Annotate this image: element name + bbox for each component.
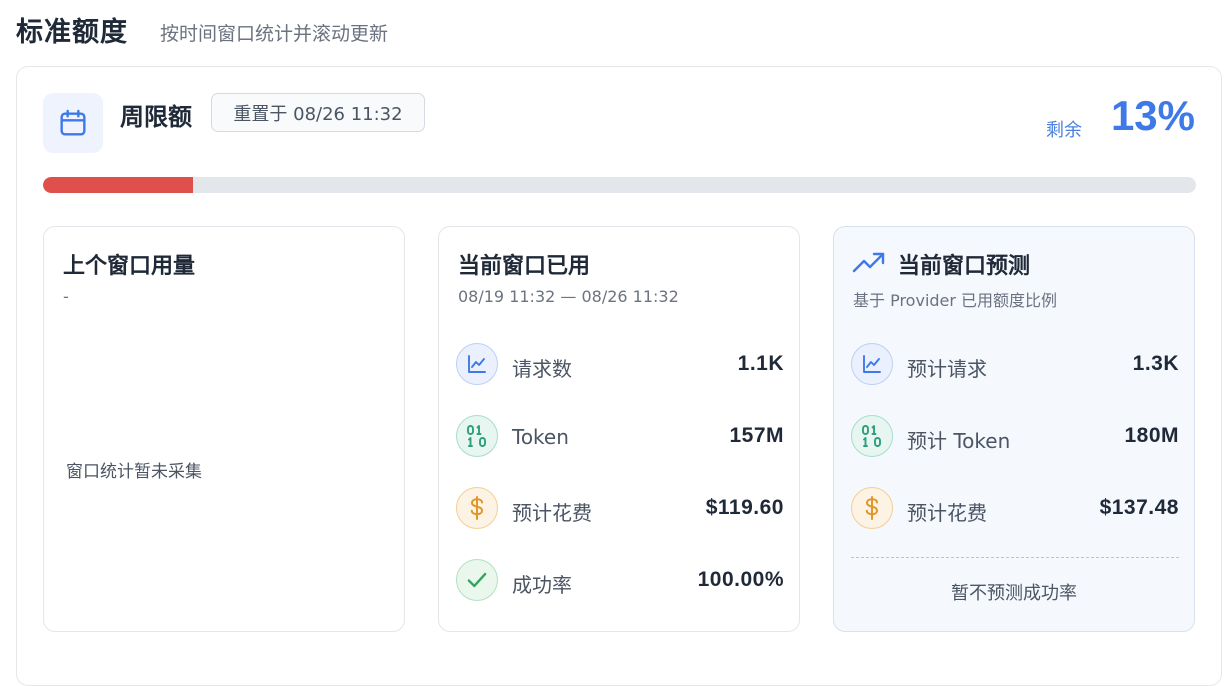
divider [851, 557, 1179, 558]
forecast-row-cost: 预计花费 $137.48 [851, 487, 1179, 531]
page-title: 标准额度 [16, 17, 128, 48]
forecast-label: 预计 Token [907, 429, 1011, 453]
stat-label: Token [512, 425, 569, 449]
stat-value: 157M [729, 424, 784, 447]
stat-value: $119.60 [705, 496, 784, 519]
stat-label: 预计花费 [512, 501, 592, 525]
stat-row-success-rate: 成功率 100.00% [456, 559, 784, 603]
current-window-title: 当前窗口已用 [458, 254, 591, 279]
stat-row-token: Token 157M [456, 415, 784, 459]
binary-icon [851, 415, 893, 457]
forecast-title: 当前窗口预测 [898, 254, 1031, 279]
stat-row-cost: 预计花费 $119.60 [456, 487, 784, 531]
forecast-label: 预计请求 [907, 357, 987, 381]
remaining-value: 13% [1110, 92, 1195, 139]
stat-label: 请求数 [512, 357, 572, 381]
line-chart-icon [456, 343, 498, 385]
calendar-icon [43, 93, 103, 153]
prev-window-card: 上个窗口用量 - 窗口统计暂未采集 [43, 226, 405, 632]
forecast-subtitle: 基于 Provider 已用额度比例 [853, 291, 1058, 310]
forecast-note: 暂不预测成功率 [951, 583, 1077, 604]
dollar-icon [851, 487, 893, 529]
line-chart-icon [851, 343, 893, 385]
current-window-card: 当前窗口已用 08/19 11:32 — 08/26 11:32 请求数 1.1… [438, 226, 800, 632]
dollar-icon [456, 487, 498, 529]
usage-progress-fill [43, 177, 193, 193]
forecast-value: 180M [1124, 424, 1179, 447]
forecast-value: $137.48 [1099, 496, 1179, 519]
stat-value: 1.1K [737, 352, 784, 375]
forecast-row-requests: 预计请求 1.3K [851, 343, 1179, 387]
forecast-row-token: 预计 Token 180M [851, 415, 1179, 459]
check-icon [456, 559, 498, 601]
prev-window-title: 上个窗口用量 [63, 254, 196, 279]
usage-progress-bar [43, 177, 1196, 193]
forecast-label: 预计花费 [907, 501, 987, 525]
stat-row-requests: 请求数 1.1K [456, 343, 784, 387]
limit-title: 周限额 [120, 103, 192, 131]
current-window-range: 08/19 11:32 — 08/26 11:32 [458, 287, 679, 306]
prev-window-empty-text: 窗口统计暂未采集 [66, 462, 202, 482]
binary-icon [456, 415, 498, 457]
stat-value: 100.00% [697, 568, 784, 591]
page-subtitle: 按时间窗口统计并滚动更新 [160, 23, 389, 45]
prev-window-subtitle: - [63, 287, 69, 306]
stat-label: 成功率 [512, 573, 572, 597]
forecast-card: 当前窗口预测 基于 Provider 已用额度比例 预计请求 1.3K 预计 T… [833, 226, 1195, 632]
remaining-label: 剩余 [1046, 120, 1082, 141]
reset-badge: 重置于 08/26 11:32 [211, 93, 425, 132]
forecast-value: 1.3K [1132, 352, 1179, 375]
trending-up-icon [852, 251, 886, 279]
